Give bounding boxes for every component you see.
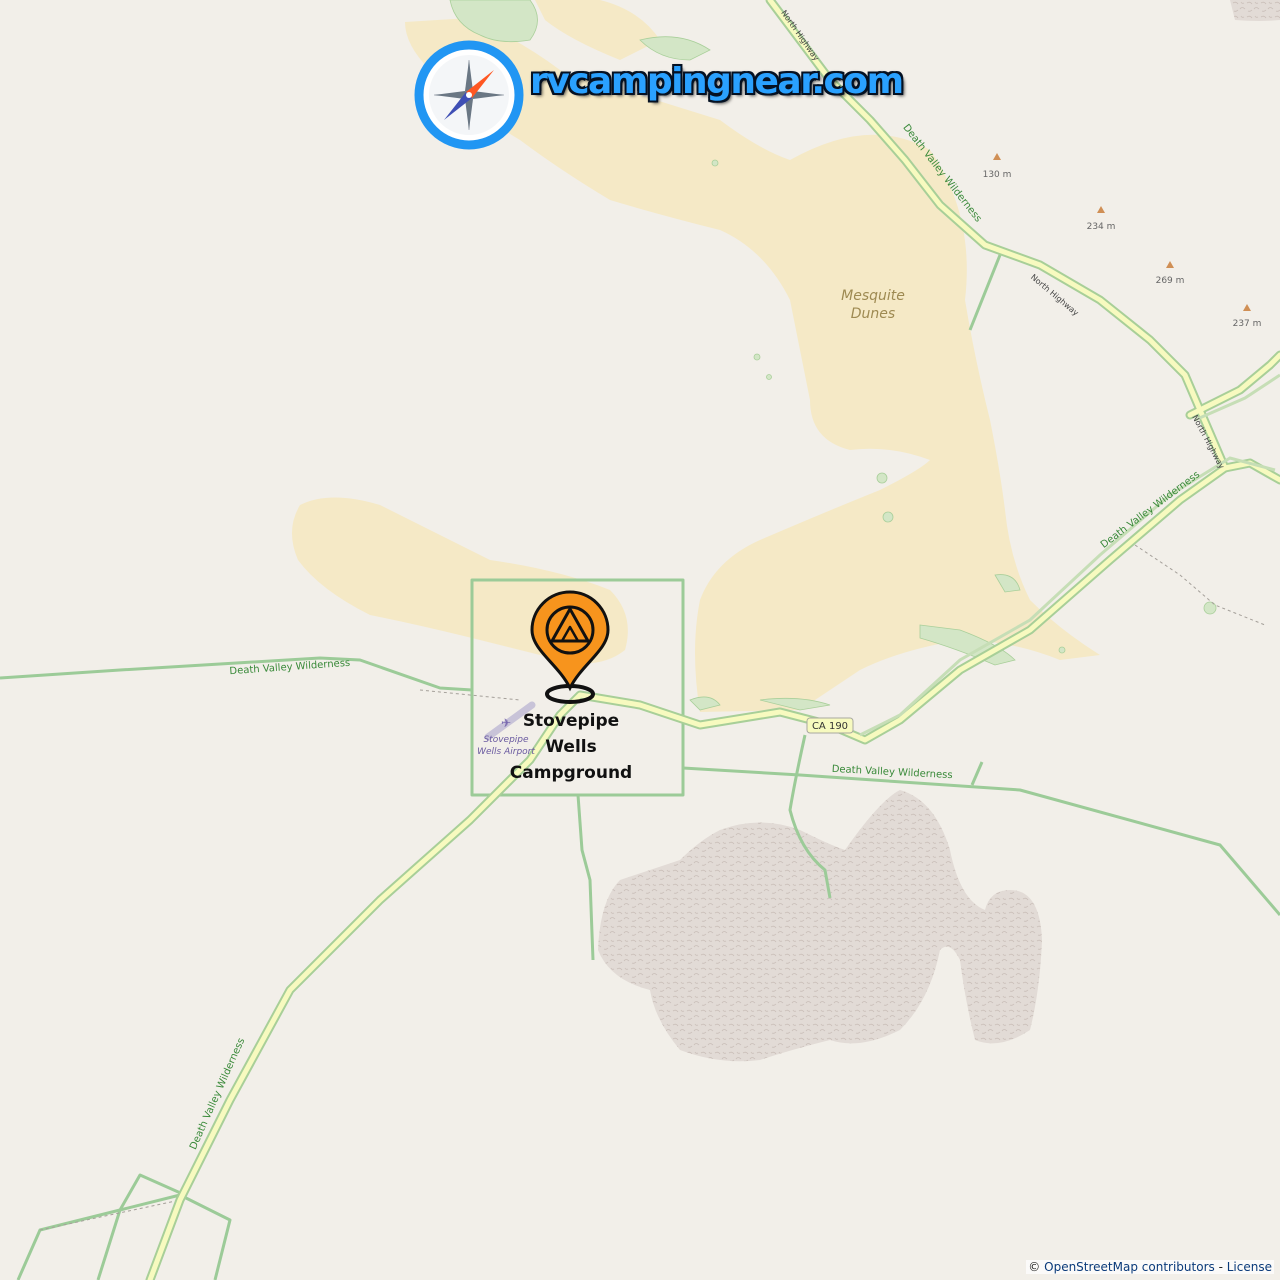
peak-markers: 130 m 234 m 269 m 237 m	[983, 153, 1262, 329]
svg-text:Death Valley Wilderness: Death Valley Wilderness	[1099, 469, 1202, 551]
svg-text:CA 190: CA 190	[812, 721, 848, 732]
road-ref-shield: CA 190	[806, 717, 854, 734]
campground-label: Stovepipe Wells Campground	[500, 708, 642, 786]
map-attribution: © OpenStreetMap contributors - License	[1026, 1260, 1274, 1274]
peak-icon	[993, 153, 1001, 160]
campground-label-line: Stovepipe	[522, 711, 620, 731]
osm-contributors-link[interactable]: OpenStreetMap contributors	[1044, 1260, 1215, 1274]
svg-text:234 m: 234 m	[1087, 222, 1116, 232]
campground-label-line: Wells	[545, 737, 597, 757]
svg-text:Mesquite: Mesquite	[841, 288, 905, 304]
campground-label-line: Campground	[509, 763, 633, 783]
peak-icon	[1097, 206, 1105, 213]
attribution-separator: -	[1218, 1260, 1223, 1274]
peak-icon	[1243, 304, 1251, 311]
brand-name: rvcampingnear.com	[529, 60, 905, 103]
peak-icon	[1166, 261, 1174, 268]
map-tiles: ✈ Stovepipe Wells Airport CA 190 Death V…	[0, 0, 1280, 1280]
copyright-symbol: ©	[1028, 1260, 1041, 1274]
svg-text:130 m: 130 m	[983, 170, 1012, 180]
campground-marker[interactable]	[530, 590, 610, 704]
svg-text:237 m: 237 m	[1233, 319, 1262, 329]
svg-text:Dunes: Dunes	[851, 306, 895, 322]
svg-text:269 m: 269 m	[1156, 276, 1185, 286]
compass-icon	[414, 40, 524, 150]
license-link[interactable]: License	[1227, 1260, 1272, 1274]
map-view[interactable]: ✈ Stovepipe Wells Airport CA 190 Death V…	[0, 0, 1280, 1280]
brand-logo[interactable]: rvcampingnear.com	[414, 40, 905, 150]
